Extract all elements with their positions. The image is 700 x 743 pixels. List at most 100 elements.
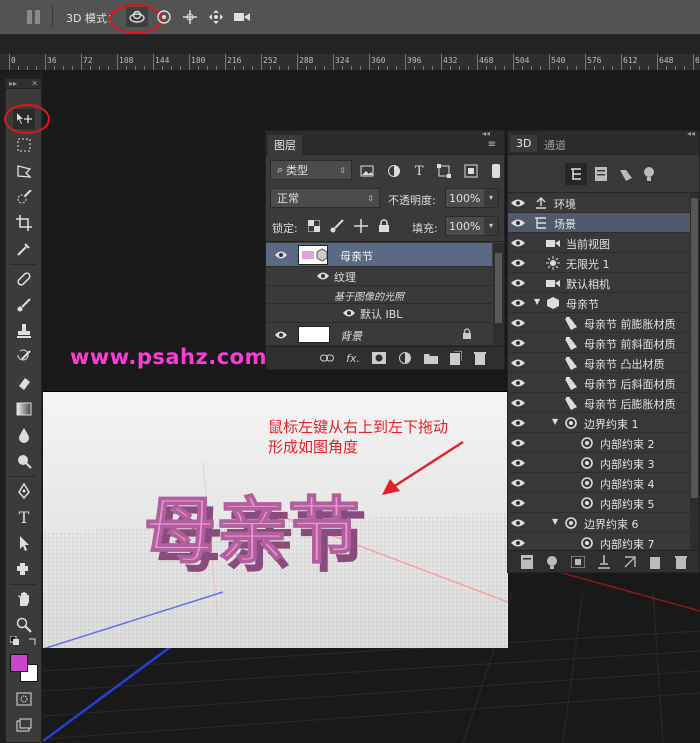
swap-colors-icon[interactable] bbox=[28, 636, 38, 646]
hand-tool[interactable] bbox=[13, 589, 35, 609]
eye-icon[interactable] bbox=[508, 273, 528, 293]
eye-icon[interactable] bbox=[342, 308, 356, 318]
lock-pixels-brush-icon[interactable] bbox=[330, 219, 344, 233]
layers-scrollbar[interactable] bbox=[493, 243, 504, 347]
close-icon[interactable]: ✕ bbox=[31, 79, 38, 88]
eraser-tool[interactable] bbox=[13, 373, 35, 393]
eye-icon[interactable] bbox=[508, 293, 528, 313]
collapse-icon[interactable]: ◂◂ bbox=[482, 129, 490, 138]
eye-icon[interactable] bbox=[508, 413, 528, 433]
scene-tree-item[interactable]: 内部约束 2 bbox=[508, 433, 690, 453]
crop-tool[interactable] bbox=[13, 213, 35, 233]
filter-whole-scene-button[interactable] bbox=[565, 163, 587, 185]
add-object-icon[interactable] bbox=[570, 555, 585, 568]
eye-icon[interactable] bbox=[508, 533, 528, 551]
eye-icon[interactable] bbox=[508, 513, 528, 533]
adjustment-layer-icon[interactable] bbox=[398, 351, 412, 365]
eye-icon[interactable] bbox=[508, 393, 528, 413]
eye-icon[interactable] bbox=[316, 271, 330, 281]
eye-icon[interactable] bbox=[508, 213, 528, 233]
eye-icon[interactable] bbox=[508, 253, 528, 273]
fx-icon[interactable]: fx. bbox=[346, 352, 360, 365]
scene-tree-item[interactable]: 母亲节 前斜面材质 bbox=[508, 333, 690, 353]
scene-tree-item[interactable]: 场景 bbox=[508, 213, 690, 233]
type-filter-icon[interactable]: T bbox=[415, 164, 424, 179]
custom-shape-tool[interactable] bbox=[13, 559, 35, 579]
scene-tree-item[interactable]: 内部约束 4 bbox=[508, 473, 690, 493]
panel-layout-icon[interactable] bbox=[26, 9, 42, 25]
layer-row-textures[interactable]: 纹理 bbox=[266, 267, 492, 286]
eye-icon[interactable] bbox=[508, 353, 528, 373]
lock-transparent-icon[interactable] bbox=[308, 220, 320, 232]
meshes-filter-icon[interactable] bbox=[595, 167, 607, 181]
shape-filter-icon[interactable] bbox=[437, 164, 452, 178]
smart-object-filter-icon[interactable] bbox=[464, 164, 478, 178]
scene-tree-item[interactable]: 当前视图 bbox=[508, 233, 690, 253]
materials-filter-icon[interactable] bbox=[619, 167, 633, 181]
pen-tool[interactable] bbox=[13, 481, 35, 501]
new-layer-icon[interactable] bbox=[450, 351, 462, 365]
eye-icon[interactable] bbox=[508, 433, 528, 453]
render-icon[interactable] bbox=[520, 554, 533, 569]
scrollbar-thumb[interactable] bbox=[691, 198, 698, 498]
eye-icon[interactable] bbox=[508, 313, 528, 333]
slide-3d-button[interactable] bbox=[205, 7, 227, 27]
lights-filter-icon[interactable] bbox=[643, 166, 655, 182]
dodge-tool[interactable] bbox=[13, 451, 35, 471]
filter-toggle-icon[interactable] bbox=[491, 164, 500, 178]
add-mask-icon[interactable] bbox=[372, 352, 386, 364]
trash-icon[interactable] bbox=[474, 351, 486, 365]
scene-tree-item[interactable]: 内部约束 3 bbox=[508, 453, 690, 473]
path-selection-tool[interactable] bbox=[13, 533, 35, 553]
scene-tree-item[interactable]: 无限光 1 bbox=[508, 253, 690, 273]
tab-3d[interactable]: 3D bbox=[510, 135, 538, 152]
scene-tree-item[interactable]: 母亲节 前膨胀材质 bbox=[508, 313, 690, 333]
chevron-down-icon[interactable]: ▾ bbox=[484, 189, 498, 207]
pixel-filter-icon[interactable] bbox=[360, 165, 374, 177]
scene-tree-item[interactable]: ▼ 边界约束 6 bbox=[508, 513, 690, 533]
add-light-icon[interactable] bbox=[546, 555, 558, 569]
gradient-tool[interactable] bbox=[13, 399, 35, 419]
folder-icon[interactable] bbox=[424, 352, 438, 364]
layer-row-background[interactable]: 背景 bbox=[266, 323, 492, 346]
lasso-tool[interactable] bbox=[13, 161, 35, 181]
panel-menu-icon[interactable]: ≡ bbox=[488, 139, 496, 150]
eyedropper-tool[interactable] bbox=[13, 239, 35, 259]
scene-tree-item[interactable]: ▼ 边界约束 1 bbox=[508, 413, 690, 433]
eye-icon[interactable] bbox=[508, 373, 528, 393]
tab-channels[interactable]: 通道 bbox=[538, 135, 572, 155]
brush-tool[interactable] bbox=[13, 295, 35, 315]
eye-icon[interactable] bbox=[508, 473, 528, 493]
document-canvas[interactable]: 母亲节 母亲节 鼠标左键从右上到左下拖动 形成如图角度 bbox=[43, 391, 508, 648]
expand-triangle-icon[interactable]: ▼ bbox=[552, 517, 558, 526]
scene-tree-item[interactable]: 默认相机 bbox=[508, 273, 690, 293]
ground-shadow-icon[interactable] bbox=[597, 554, 610, 569]
blend-mode-select[interactable]: 正常 ⇳ bbox=[270, 188, 380, 208]
scene-tree-item[interactable]: 母亲节 后斜面材质 bbox=[508, 373, 690, 393]
blur-tool[interactable] bbox=[13, 425, 35, 445]
eye-icon[interactable] bbox=[508, 193, 528, 213]
foreground-color-swatch[interactable] bbox=[10, 654, 28, 672]
expand-triangle-icon[interactable]: ▼ bbox=[534, 297, 540, 306]
adjustment-filter-icon[interactable] bbox=[387, 164, 401, 178]
scale-3d-button[interactable] bbox=[231, 7, 253, 27]
scene-tree-item[interactable]: 环境 bbox=[508, 193, 690, 213]
3d-text-object[interactable]: 母亲节 母亲节 bbox=[138, 470, 378, 580]
new-item-icon[interactable] bbox=[649, 555, 662, 569]
healing-brush-tool[interactable] bbox=[13, 269, 35, 289]
scene-tree-item[interactable]: 母亲节 凸出材质 bbox=[508, 353, 690, 373]
quick-selection-tool[interactable] bbox=[13, 187, 35, 207]
chevron-down-icon[interactable]: ▾ bbox=[484, 217, 498, 235]
clone-stamp-tool[interactable] bbox=[13, 321, 35, 341]
lock-position-icon[interactable] bbox=[354, 219, 368, 233]
type-tool[interactable]: T bbox=[13, 507, 35, 527]
3d-scrollbar[interactable] bbox=[690, 193, 699, 551]
layer-row-3d[interactable]: 母亲节 bbox=[266, 243, 492, 267]
rotate-object-icon[interactable] bbox=[623, 555, 637, 569]
screen-mode-button[interactable] bbox=[13, 715, 35, 735]
filter-kind-select[interactable]: ⌕ 类型 ⇳ bbox=[270, 160, 352, 180]
scene-tree-item[interactable]: ▼ 母亲节 bbox=[508, 293, 690, 313]
fill-input[interactable]: 100% ▾ bbox=[445, 216, 499, 236]
scene-tree-item[interactable]: 内部约束 5 bbox=[508, 493, 690, 513]
opacity-input[interactable]: 100% ▾ bbox=[445, 188, 499, 208]
